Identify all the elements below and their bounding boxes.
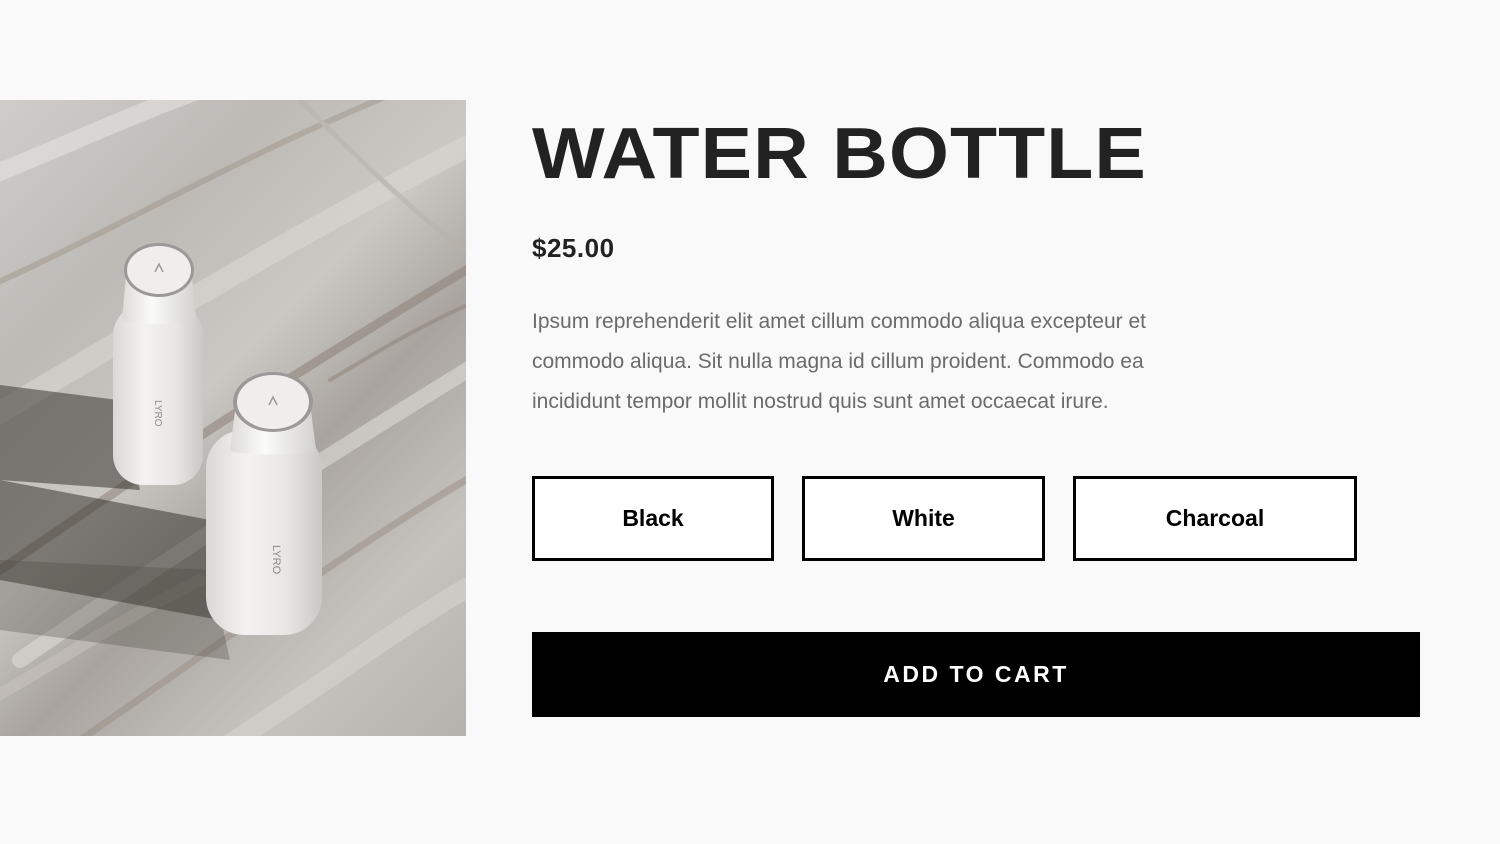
color-option-white[interactable]: White — [802, 476, 1045, 561]
product-price: $25.00 — [532, 233, 615, 263]
product-image: LYRO LYRO — [0, 100, 466, 736]
product-description: Ipsum reprehenderit elit amet cillum com… — [532, 310, 1146, 413]
add-to-cart-button[interactable]: ADD TO CART — [532, 632, 1420, 717]
bottle-illustration-back: LYRO — [113, 243, 203, 485]
svg-text:LYRO: LYRO — [270, 545, 282, 575]
svg-text:LYRO: LYRO — [152, 400, 163, 427]
product-title: WATER BOTTLE — [532, 114, 1147, 194]
bottle-illustration-front: LYRO — [206, 372, 322, 635]
color-option-black[interactable]: Black — [532, 476, 774, 561]
color-option-charcoal[interactable]: Charcoal — [1073, 476, 1357, 561]
